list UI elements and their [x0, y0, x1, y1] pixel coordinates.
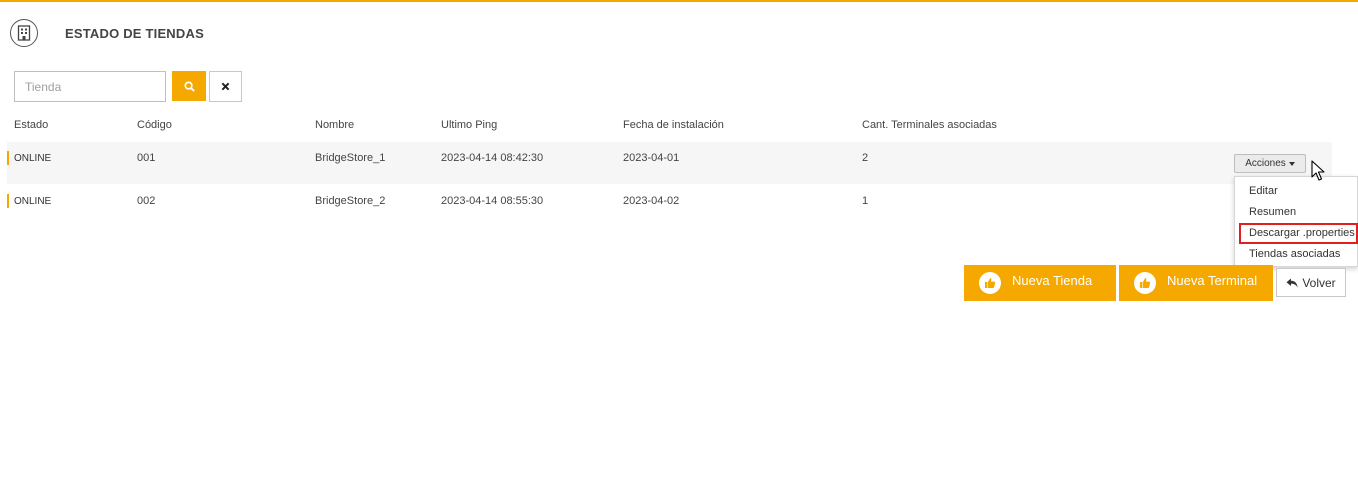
- search-icon: [183, 80, 195, 92]
- status-text: ONLINE: [14, 153, 52, 164]
- column-header-fecha-instalacion: Fecha de instalación: [623, 119, 724, 131]
- column-header-estado: Estado: [14, 119, 49, 131]
- cell-codigo: 001: [137, 152, 156, 164]
- clear-search-button[interactable]: [209, 71, 242, 102]
- mouse-cursor-icon: [1311, 160, 1325, 181]
- nueva-terminal-label: Nueva Terminal: [1167, 273, 1258, 288]
- store-search-input[interactable]: [14, 71, 166, 102]
- thumbs-up-icon: [979, 272, 1001, 294]
- top-accent-border: [0, 0, 1358, 2]
- cell-fecha-instalacion: 2023-04-01: [623, 152, 680, 164]
- column-header-codigo: Código: [137, 119, 172, 131]
- cell-codigo: 002: [137, 195, 156, 207]
- column-header-nombre: Nombre: [315, 119, 355, 131]
- volver-label: Volver: [1302, 275, 1336, 290]
- cell-cant-terminales: 1: [862, 195, 869, 207]
- reply-arrow-icon: [1286, 278, 1298, 287]
- acciones-dropdown-menu: Editar Resumen Descargar .properties Tie…: [1234, 176, 1358, 267]
- building-icon: [10, 19, 38, 47]
- close-icon: [221, 82, 230, 91]
- menu-item-editar[interactable]: Editar: [1249, 185, 1278, 197]
- caret-down-icon: [1288, 161, 1295, 166]
- cell-cant-terminales: 2: [862, 152, 869, 164]
- column-header-cant-terminales: Cant. Terminales asociadas: [862, 119, 997, 131]
- nueva-terminal-button[interactable]: Nueva Terminal: [1119, 265, 1273, 301]
- status-text: ONLINE: [14, 196, 52, 207]
- cell-ultimo-ping: 2023-04-14 08:55:30: [441, 195, 544, 207]
- nueva-tienda-button[interactable]: Nueva Tienda: [964, 265, 1116, 301]
- volver-button[interactable]: Volver: [1276, 268, 1346, 297]
- cell-ultimo-ping: 2023-04-14 08:42:30: [441, 152, 544, 164]
- nueva-tienda-label: Nueva Tienda: [1012, 273, 1093, 288]
- status-indicator: [7, 194, 9, 208]
- column-header-ultimo-ping: Ultimo Ping: [441, 119, 498, 131]
- page-title: ESTADO DE TIENDAS: [65, 26, 204, 41]
- menu-item-descargar-properties[interactable]: Descargar .properties: [1249, 227, 1355, 239]
- acciones-label: Acciones: [1245, 158, 1286, 169]
- thumbs-up-icon: [1134, 272, 1156, 294]
- search-button[interactable]: [172, 71, 206, 101]
- cell-nombre: BridgeStore_1: [315, 152, 386, 164]
- acciones-dropdown-button[interactable]: Acciones: [1234, 154, 1306, 173]
- menu-item-resumen[interactable]: Resumen: [1249, 206, 1296, 218]
- status-indicator: [7, 151, 9, 165]
- menu-item-tiendas-asociadas[interactable]: Tiendas asociadas: [1249, 248, 1340, 260]
- cell-fecha-instalacion: 2023-04-02: [623, 195, 680, 207]
- cell-nombre: BridgeStore_2: [315, 195, 386, 207]
